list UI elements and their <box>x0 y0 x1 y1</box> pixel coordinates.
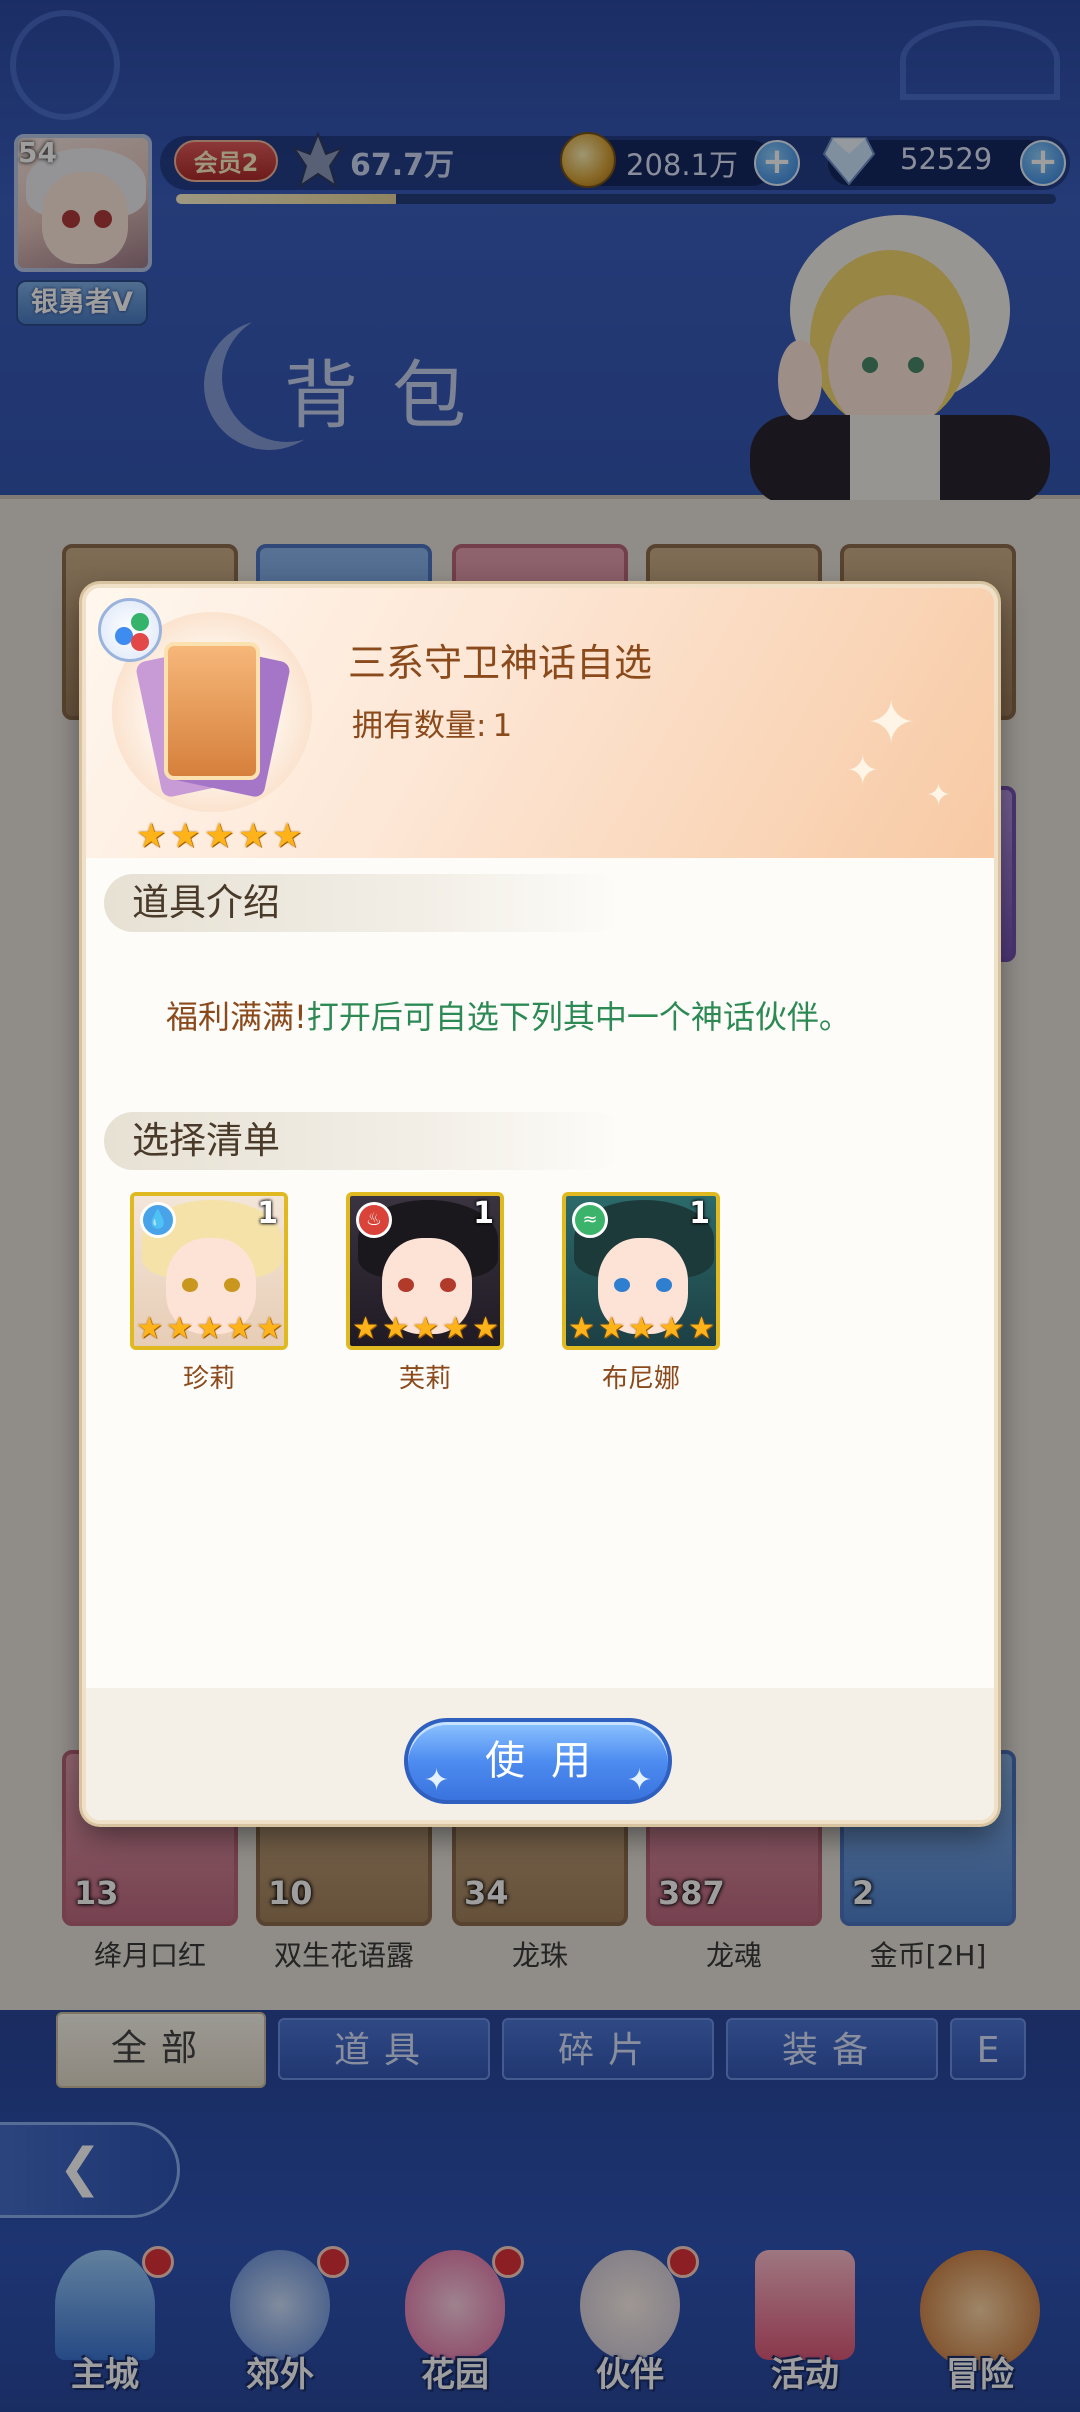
description-lead: 福利满满! <box>166 998 307 1036</box>
item-count-value: 1 <box>492 708 513 744</box>
hero-name: 芙莉 <box>398 1364 451 1394</box>
hero-stars: ★ ★ ★ ★ ★ <box>352 1311 499 1346</box>
star-icon: ★ <box>136 816 167 856</box>
section-choice-list: 选择清单 <box>104 1112 624 1170</box>
fire-element-icon: ♨ <box>356 1202 392 1238</box>
description-body: 打开后可自选下列其中一个神话伙伴。 <box>306 998 851 1036</box>
item-rarity-stars: ★ ★ ★ ★ ★ <box>136 816 304 856</box>
water-element-icon: 💧 <box>140 1202 176 1238</box>
card-icon <box>164 642 260 780</box>
section-item-intro: 道具介绍 <box>104 874 624 932</box>
sparkle-icon: ✦ <box>926 778 952 813</box>
hero-stars: ★ ★ ★ ★ ★ <box>136 1311 283 1346</box>
hero-portrait: ♨ 1 ★ ★ ★ ★ ★ <box>346 1192 504 1350</box>
hero-choice[interactable]: ♨ 1 ★ ★ ★ ★ ★ 芙莉 <box>346 1192 504 1395</box>
sparkle-icon: ✦ <box>626 1763 652 1798</box>
star-icon: ★ <box>272 816 303 856</box>
hero-stars: ★ ★ ★ ★ ★ <box>568 1311 715 1346</box>
sparkle-icon: ✦ <box>424 1763 450 1798</box>
tri-element-icon <box>98 598 162 662</box>
hero-portrait: 💧 1 ★ ★ ★ ★ ★ <box>130 1192 288 1350</box>
item-name: 三系守卫神话自选 <box>348 641 653 685</box>
item-description: 福利满满!打开后可自选下列其中一个神话伙伴。 <box>166 992 851 1038</box>
item-detail-dialog: ✦ ✦ ✦ ★ ★ ★ ★ ★ 三系守卫神话自选 拥有数量: 1 道具介绍 福利满满!打开… <box>82 584 998 1824</box>
use-button-label: 使用 <box>485 1738 617 1784</box>
star-icon: ★ <box>238 816 269 856</box>
sparkle-icon: ✦ <box>846 748 880 794</box>
hero-quantity: 1 <box>689 1196 710 1231</box>
hero-quantity: 1 <box>473 1196 494 1231</box>
hero-name: 珍莉 <box>182 1364 235 1394</box>
item-count: 拥有数量: 1 <box>352 700 512 745</box>
use-button[interactable]: ✦ 使用 ✦ <box>404 1718 672 1804</box>
wind-element-icon: ≈ <box>572 1202 608 1238</box>
hero-portrait: ≈ 1 ★ ★ ★ ★ ★ <box>562 1192 720 1350</box>
star-icon: ★ <box>204 816 235 856</box>
hero-name: 布尼娜 <box>601 1364 680 1394</box>
hero-quantity: 1 <box>257 1196 278 1231</box>
star-icon: ★ <box>170 816 201 856</box>
item-count-label: 拥有数量: <box>352 708 487 744</box>
hero-choice[interactable]: 💧 1 ★ ★ ★ ★ ★ 珍莉 <box>130 1192 288 1395</box>
hero-choice[interactable]: ≈ 1 ★ ★ ★ ★ ★ 布尼娜 <box>562 1192 720 1395</box>
